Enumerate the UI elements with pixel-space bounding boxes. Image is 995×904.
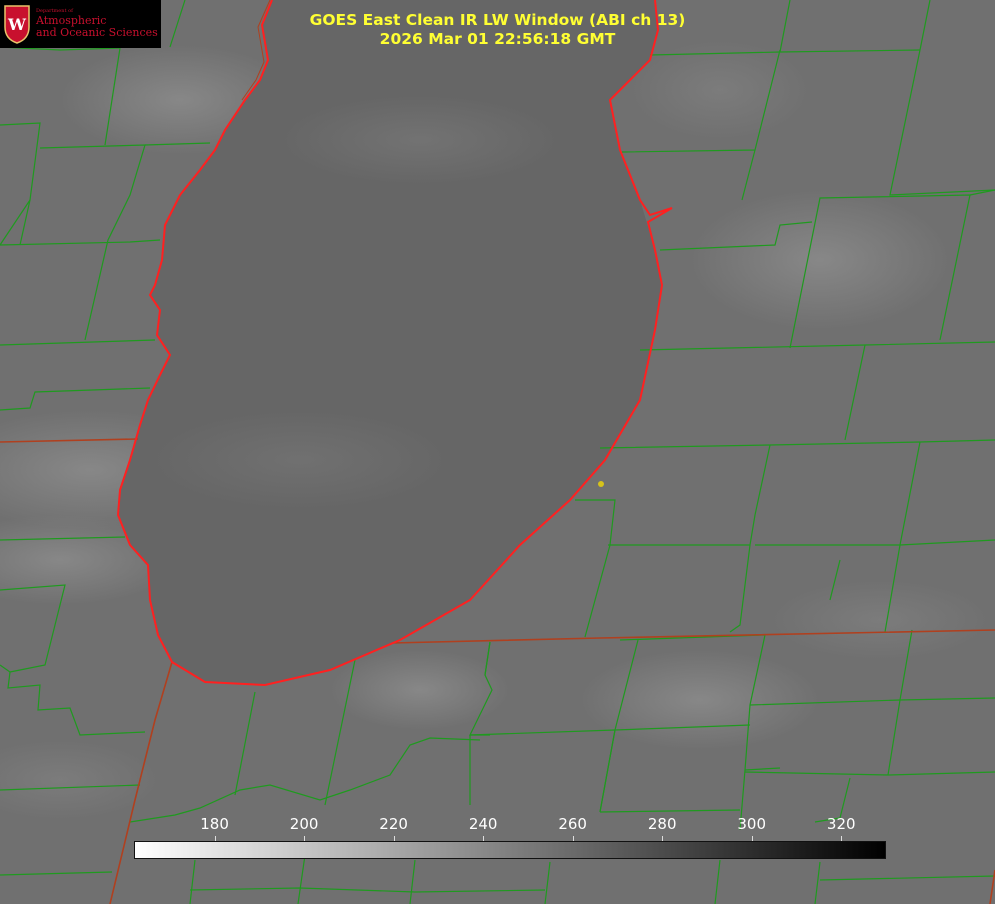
temperature-colorbar xyxy=(134,841,886,859)
colorbar-tick-label: 300 xyxy=(737,815,767,833)
colorbar-tick-label: 240 xyxy=(468,815,498,833)
colorbar-tick-mark xyxy=(572,836,574,841)
colorbar-tick-mark xyxy=(841,836,843,841)
colorbar-tick-mark xyxy=(304,836,306,841)
colorbar-tick-mark xyxy=(751,836,753,841)
colorbar-tick-mark xyxy=(393,836,395,841)
colorbar-tick-label: 320 xyxy=(826,815,856,833)
colorbar-tick-label: 180 xyxy=(200,815,229,833)
colorbar-tick-label: 280 xyxy=(647,815,677,833)
city-marker xyxy=(598,481,604,487)
colorbar-tick-label: 260 xyxy=(558,815,587,833)
colorbar-tick-label: 220 xyxy=(379,815,408,833)
map xyxy=(0,0,995,904)
colorbar-tick-mark xyxy=(214,836,216,841)
colorbar-tick-mark xyxy=(662,836,664,841)
colorbar-tick-mark xyxy=(483,836,485,841)
image-title: GOES East Clean IR LW Window (ABI ch 13) xyxy=(309,11,686,29)
satellite-image: W Department of Atmospheric and Oceanic … xyxy=(0,0,995,904)
image-timestamp: 2026 Mar 01 22:56:18 GMT xyxy=(379,30,616,48)
colorbar-tick-label: 200 xyxy=(289,815,319,833)
